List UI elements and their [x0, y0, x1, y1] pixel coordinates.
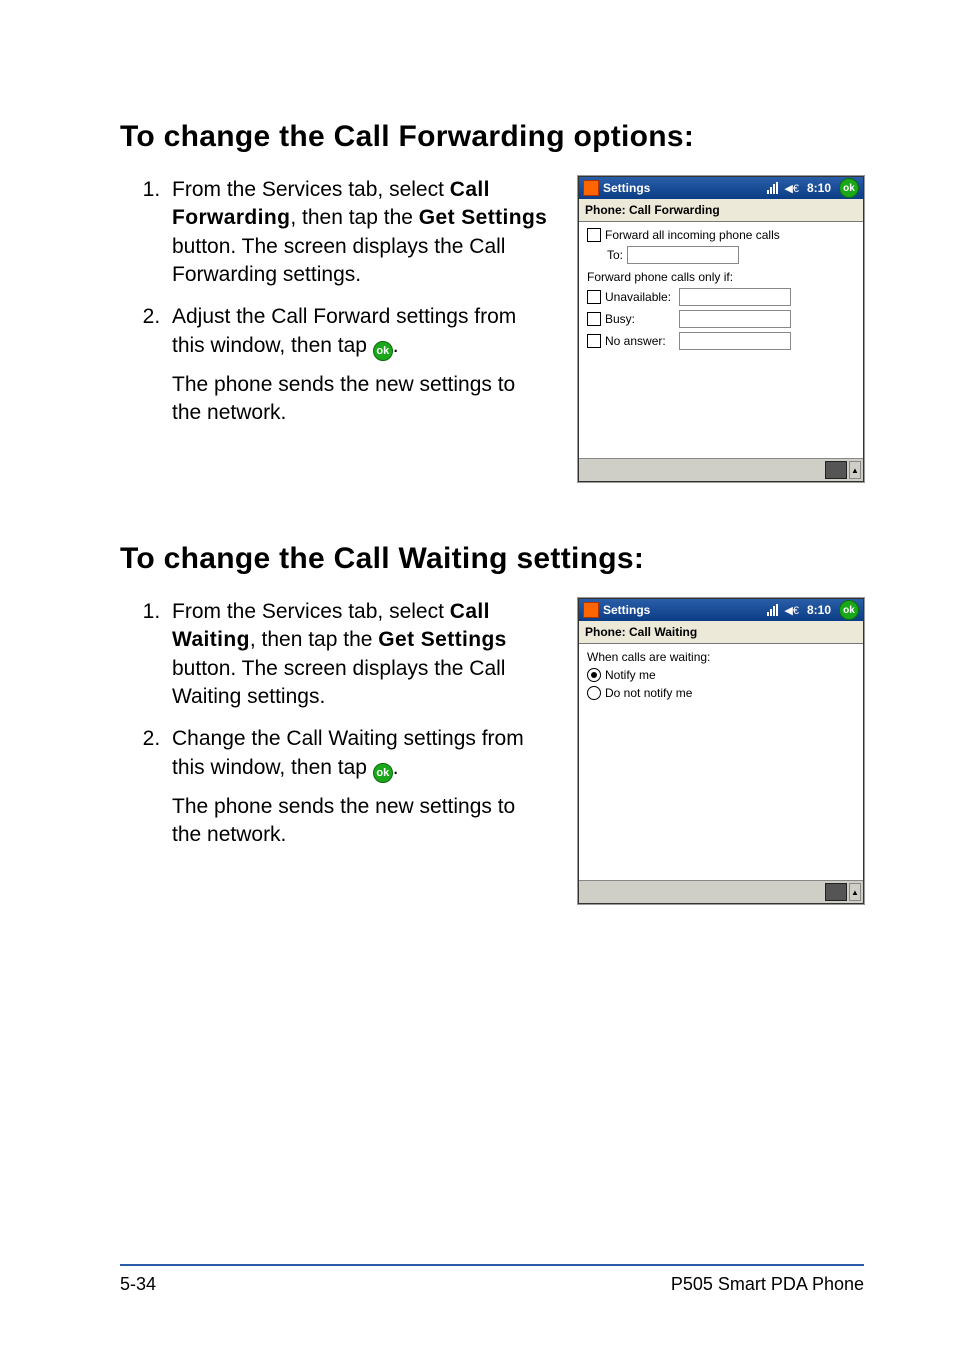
cf-step-1: From the Services tab, select Call Forwa… [166, 176, 548, 289]
bold-get-settings: Get Settings [419, 206, 547, 229]
label-noanswer: No answer: [605, 334, 675, 348]
signal-icon [767, 182, 778, 194]
checkbox-noanswer[interactable] [587, 334, 601, 348]
screenshot-call-forwarding: Settings ◀€ 8:10 ok Phone: Call Forwardi… [578, 176, 864, 482]
section-call-waiting: From the Services tab, select Call Waiti… [120, 598, 864, 904]
screen-content: When calls are waiting: Notify me Do not… [579, 644, 863, 880]
text: , then tap the [290, 206, 418, 229]
section-call-forwarding: From the Services tab, select Call Forwa… [120, 176, 864, 482]
row-when: When calls are waiting: [587, 650, 855, 664]
text: button. The screen displays the Call For… [172, 235, 505, 286]
cw-step-1: From the Services tab, select Call Waiti… [166, 598, 548, 711]
label-only-if: Forward phone calls only if: [587, 270, 733, 284]
page: To change the Call Forwarding options: F… [0, 0, 954, 1351]
label-notify: Notify me [605, 668, 656, 682]
keyboard-icon[interactable] [825, 883, 847, 901]
speaker-icon: ◀€ [784, 604, 799, 617]
label-busy: Busy: [605, 312, 675, 326]
radio-donot[interactable] [587, 686, 601, 700]
cf-step-2: Adjust the Call Forward settings from th… [166, 303, 548, 427]
speaker-icon: ◀€ [784, 182, 799, 195]
label-unavailable: Unavailable: [605, 290, 675, 304]
page-footer: 5-34 P505 Smart PDA Phone [120, 1264, 864, 1295]
row-notify: Notify me [587, 668, 855, 682]
bottombar: ▲ [579, 880, 863, 903]
text: Adjust the Call Forward settings from th… [172, 305, 516, 356]
start-icon[interactable] [583, 180, 599, 196]
signal-icon [767, 604, 778, 616]
label-when: When calls are waiting: [587, 650, 710, 664]
screen-subhead: Phone: Call Forwarding [579, 199, 863, 222]
checkbox-busy[interactable] [587, 312, 601, 326]
input-busy[interactable] [679, 310, 791, 328]
row-forward-all: Forward all incoming phone calls [587, 228, 855, 242]
screen-content: Forward all incoming phone calls To: For… [579, 222, 863, 458]
checkbox-unavailable[interactable] [587, 290, 601, 304]
cw-step-2: Change the Call Waiting settings from th… [166, 725, 548, 849]
screenshot-call-waiting: Settings ◀€ 8:10 ok Phone: Call Waiting … [578, 598, 864, 904]
input-to[interactable] [627, 246, 739, 264]
text: Change the Call Waiting settings from th… [172, 727, 524, 778]
row-unavailable: Unavailable: [587, 288, 855, 306]
cf-result: The phone sends the new settings to the … [172, 371, 548, 428]
ok-button[interactable]: ok [839, 600, 859, 620]
keyboard-icon[interactable] [825, 461, 847, 479]
text: From the Services tab, select [172, 600, 450, 623]
up-button[interactable]: ▲ [849, 461, 861, 479]
label-to: To: [607, 248, 623, 262]
instructions-cf: From the Services tab, select Call Forwa… [120, 176, 578, 441]
row-only-if: Forward phone calls only if: [587, 270, 855, 284]
label-donot: Do not notify me [605, 686, 692, 700]
screen-subhead: Phone: Call Waiting [579, 621, 863, 644]
row-donot: Do not notify me [587, 686, 855, 700]
row-to: To: [587, 246, 855, 264]
instructions-cw: From the Services tab, select Call Waiti… [120, 598, 578, 863]
titlebar: Settings ◀€ 8:10 ok [579, 177, 863, 199]
start-icon[interactable] [583, 602, 599, 618]
row-noanswer: No answer: [587, 332, 855, 350]
ok-icon: ok [373, 763, 393, 783]
heading-call-waiting: To change the Call Waiting settings: [120, 542, 864, 576]
text: . [393, 756, 399, 779]
ok-icon: ok [373, 341, 393, 361]
input-unavailable[interactable] [679, 288, 791, 306]
checkbox-forward-all[interactable] [587, 228, 601, 242]
ok-button[interactable]: ok [839, 178, 859, 198]
ol-cf: From the Services tab, select Call Forwa… [120, 176, 548, 427]
window-title: Settings [603, 603, 763, 617]
doc-title: P505 Smart PDA Phone [671, 1274, 864, 1295]
text: button. The screen displays the Call Wai… [172, 657, 505, 708]
radio-notify[interactable] [587, 668, 601, 682]
label-forward-all: Forward all incoming phone calls [605, 228, 780, 242]
clock: 8:10 [807, 603, 831, 617]
text: . [393, 334, 399, 357]
clock: 8:10 [807, 181, 831, 195]
titlebar: Settings ◀€ 8:10 ok [579, 599, 863, 621]
input-noanswer[interactable] [679, 332, 791, 350]
cw-result: The phone sends the new settings to the … [172, 793, 548, 850]
bold-get-settings-2: Get Settings [378, 628, 506, 651]
ol-cw: From the Services tab, select Call Waiti… [120, 598, 548, 849]
row-busy: Busy: [587, 310, 855, 328]
text: , then tap the [250, 628, 378, 651]
heading-call-forwarding: To change the Call Forwarding options: [120, 120, 864, 154]
window-title: Settings [603, 181, 763, 195]
page-number: 5-34 [120, 1274, 156, 1295]
up-button[interactable]: ▲ [849, 883, 861, 901]
bottombar: ▲ [579, 458, 863, 481]
text: From the Services tab, select [172, 178, 450, 201]
